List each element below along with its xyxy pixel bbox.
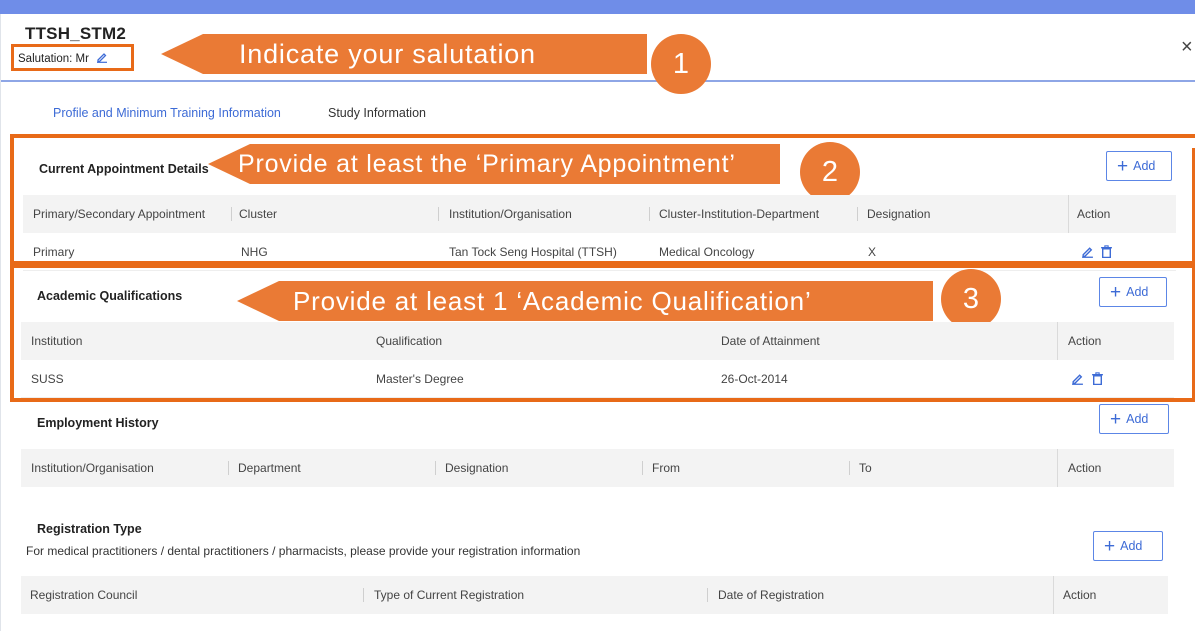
callout-salutation: Indicate your salutation xyxy=(161,34,647,74)
delete-icon[interactable] xyxy=(1100,245,1113,263)
col-header: Type of Current Registration xyxy=(374,588,525,602)
col-header: Date of Registration xyxy=(718,588,825,602)
callout-appointment-text: Provide at least the ‘Primary Appointmen… xyxy=(238,150,736,178)
appointment-section-title: Current Appointment Details xyxy=(39,162,209,176)
cell: Master's Degree xyxy=(376,372,464,386)
plus-icon: + xyxy=(1110,409,1122,430)
col-header: From xyxy=(652,461,680,475)
edit-icon[interactable] xyxy=(1071,372,1084,390)
step-badge-1: 1 xyxy=(651,34,711,94)
col-header: Institution/Organisation xyxy=(449,207,572,221)
salutation-text: Salutation: Mr xyxy=(18,53,89,65)
col-header: Cluster xyxy=(239,207,278,221)
col-header: Department xyxy=(238,461,301,475)
tab-profile[interactable]: Profile and Minimum Training Information xyxy=(53,106,281,120)
cell: NHG xyxy=(241,245,268,259)
registration-table-header: Registration Council Type of Current Reg… xyxy=(21,576,1168,614)
cell: 26-Oct-2014 xyxy=(721,372,788,386)
col-header-action: Action xyxy=(1077,207,1111,221)
plus-icon: + xyxy=(1117,156,1129,177)
col-header: Qualification xyxy=(376,334,443,348)
add-academic-button[interactable]: + Add xyxy=(1099,277,1167,307)
step-badge-3: 3 xyxy=(941,269,1001,329)
plus-icon: + xyxy=(1104,536,1116,557)
col-header: To xyxy=(859,461,872,475)
col-header: Institution xyxy=(31,334,83,348)
academic-table-header: Institution Qualification Date of Attain… xyxy=(21,322,1174,360)
callout-appointment: Provide at least the ‘Primary Appointmen… xyxy=(208,144,780,184)
add-registration-button[interactable]: + Add xyxy=(1093,531,1163,561)
col-header-action: Action xyxy=(1068,334,1102,348)
col-header: Date of Attainment xyxy=(721,334,820,348)
tab-study-information[interactable]: Study Information xyxy=(328,106,426,120)
col-header: Primary/Secondary Appointment xyxy=(33,207,206,221)
appointment-table-header: Primary/Secondary Appointment Cluster In… xyxy=(23,195,1176,233)
profile-modal: TTSH_STM2 Salutation: Mr × Indicate your… xyxy=(0,14,1195,631)
table-row: Primary NHG Tan Tock Seng Hospital (TTSH… xyxy=(23,233,1176,271)
col-header: Registration Council xyxy=(30,588,138,602)
cell: X xyxy=(868,245,877,259)
callout-salutation-text: Indicate your salutation xyxy=(239,39,536,69)
add-appointment-button[interactable]: + Add xyxy=(1106,151,1172,181)
salutation-field: Salutation: Mr xyxy=(11,44,134,71)
delete-icon[interactable] xyxy=(1091,372,1104,390)
close-button[interactable]: × xyxy=(1181,36,1193,59)
registration-section-title: Registration Type xyxy=(37,522,142,536)
col-header: Designation xyxy=(445,461,509,475)
cell: Tan Tock Seng Hospital (TTSH) xyxy=(449,245,617,259)
academic-section-title: Academic Qualifications xyxy=(37,289,183,303)
cell: Medical Oncology xyxy=(659,245,755,259)
col-header-action: Action xyxy=(1068,461,1102,475)
employment-table-header: Institution/Organisation Department Desi… xyxy=(21,449,1174,487)
col-header: Cluster-Institution-Department xyxy=(659,207,820,221)
top-band xyxy=(0,0,1195,14)
edit-salutation-icon[interactable] xyxy=(96,51,108,66)
registration-description: For medical practitioners / dental pract… xyxy=(26,544,581,558)
add-employment-button[interactable]: + Add xyxy=(1099,404,1169,434)
cell: SUSS xyxy=(31,372,64,386)
col-header-action: Action xyxy=(1063,588,1097,602)
cell: Primary xyxy=(33,245,75,259)
modal-title: TTSH_STM2 xyxy=(25,24,126,43)
callout-academic-text: Provide at least 1 ‘Academic Qualificati… xyxy=(293,286,812,316)
callout-academic: Provide at least 1 ‘Academic Qualificati… xyxy=(237,281,933,321)
edit-icon[interactable] xyxy=(1081,245,1094,263)
col-header: Designation xyxy=(867,207,931,221)
plus-icon: + xyxy=(1110,282,1122,303)
employment-section-title: Employment History xyxy=(37,416,159,430)
col-header: Institution/Organisation xyxy=(31,461,154,475)
step-badge-2: 2 xyxy=(800,142,860,202)
table-row: SUSS Master's Degree 26-Oct-2014 xyxy=(21,360,1174,398)
